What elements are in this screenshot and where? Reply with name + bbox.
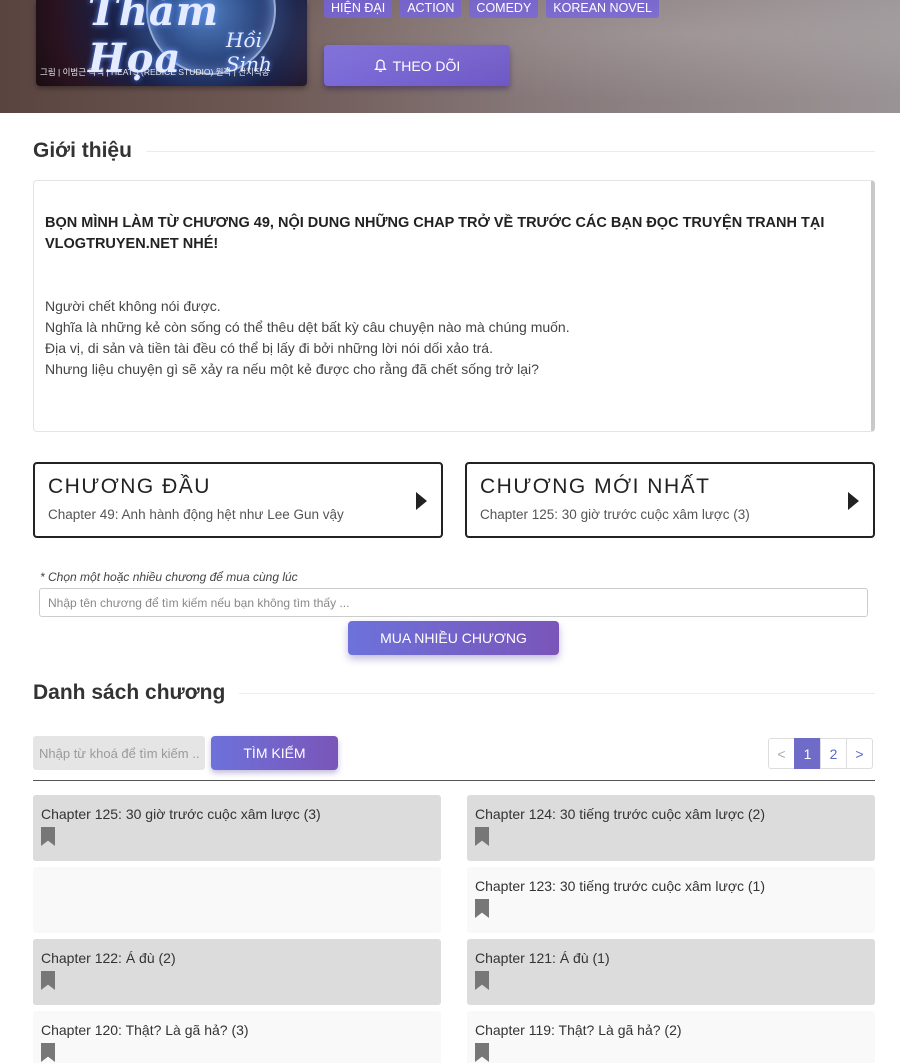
latest-chapter-label: CHƯƠNG MỚI NHẤT (480, 475, 711, 498)
intro-line: Nhưng liệu chuyện gì sẽ xảy ra nếu một k… (45, 361, 539, 377)
chapter-title: Chapter 123: 30 tiếng trước cuộc xâm lượ… (475, 878, 766, 894)
chapter-title: Chapter 125: 30 giờ trước cuộc xâm lược … (41, 806, 321, 822)
intro-note: BỌN MÌNH LÀM TỪ CHƯƠNG 49, NỘI DUNG NHỮN… (45, 215, 825, 252)
first-chapter-card[interactable]: CHƯƠNG ĐẦU Chapter 49: Anh hành động hệt… (33, 462, 443, 538)
chapter-item[interactable]: Chapter 121: Á đù (1) (467, 939, 875, 1005)
chapter-list-heading: Danh sách chương (33, 681, 875, 705)
bookmark-icon[interactable] (41, 827, 55, 846)
genre-tag[interactable]: Hiện đại (324, 0, 393, 18)
intro-line: Người chết không nói được. (45, 298, 221, 314)
buy-multiple-button[interactable]: MUA NHIỀU CHƯƠNG (348, 621, 559, 655)
chapter-list-title: Danh sách chương (33, 681, 226, 704)
first-chapter-title: Chapter 49: Anh hành động hệt như Lee Gu… (48, 507, 344, 522)
play-arrow-icon (416, 492, 427, 510)
search-button[interactable]: TÌM KIẾM (211, 736, 338, 770)
bookmark-icon[interactable] (475, 1043, 489, 1062)
chapter-item[interactable]: Chapter 119: Thật? Là gã hả? (2) (467, 1011, 875, 1063)
chapter-item[interactable]: Chapter 122: Á đù (2) (33, 939, 441, 1005)
chapter-list: Chapter 125: 30 giờ trước cuộc xâm lược … (33, 795, 875, 1063)
chapter-item[interactable]: Chapter 123: 30 tiếng trước cuộc xâm lượ… (467, 867, 875, 933)
chapter-search-input[interactable] (39, 588, 868, 617)
bookmark-icon[interactable] (41, 1043, 55, 1062)
pagination: < 1 2 > (768, 738, 873, 769)
intro-line: Địa vị, di sản và tiền tài đều có thể bị… (45, 340, 493, 356)
bookmark-icon[interactable] (41, 971, 55, 990)
hero-banner: Thảm Họa Hồi Sinh 그림 | 이범근 각색 | HEATS (R… (0, 0, 900, 113)
buy-hint: * Chọn một hoặc nhiều chương để mua cùng… (40, 570, 298, 584)
heading-divider (145, 150, 875, 152)
keyword-search-input[interactable] (33, 736, 205, 770)
follow-button[interactable]: THEO DÕI (324, 45, 510, 86)
intro-heading: Giới thiệu (33, 139, 875, 163)
cover-image[interactable]: Thảm Họa Hồi Sinh 그림 | 이범근 각색 | HEATS (R… (36, 0, 307, 86)
chapter-title: Chapter 119: Thật? Là gã hả? (2) (475, 1022, 682, 1038)
genre-tag[interactable]: Korean Novel (546, 0, 659, 18)
intro-line: Nghĩa là những kẻ còn sống có thể thêu d… (45, 319, 570, 335)
pagination-prev[interactable]: < (768, 738, 795, 769)
intro-title: Giới thiệu (33, 139, 132, 162)
cover-credits: 그림 | 이범근 각색 | HEATS (REDICE STUDIO) 원작 |… (40, 67, 270, 77)
bookmark-icon[interactable] (475, 899, 489, 918)
genre-tags: Hiện đại Action Comedy Korean Novel (324, 0, 659, 18)
pagination-next[interactable]: > (846, 738, 873, 769)
latest-chapter-card[interactable]: CHƯƠNG MỚI NHẤT Chapter 125: 30 giờ trướ… (465, 462, 875, 538)
chapter-item[interactable]: Chapter 124: 30 tiếng trước cuộc xâm lượ… (467, 795, 875, 861)
chapter-item[interactable]: Chapter 125: 30 giờ trước cuộc xâm lược … (33, 795, 441, 861)
pagination-page[interactable]: 1 (794, 738, 821, 769)
chapter-title: Chapter 124: 30 tiếng trước cuộc xâm lượ… (475, 806, 766, 822)
genre-tag[interactable]: Comedy (469, 0, 539, 18)
chapter-title: Chapter 121: Á đù (1) (475, 950, 610, 966)
list-divider (33, 780, 875, 781)
genre-tag[interactable]: Action (400, 0, 462, 18)
first-chapter-label: CHƯƠNG ĐẦU (48, 475, 211, 498)
follow-label: THEO DÕI (392, 57, 461, 74)
play-arrow-icon (848, 492, 859, 510)
chapter-item[interactable]: Chapter 120: Thật? Là gã hả? (3) (33, 1011, 441, 1063)
bell-icon (373, 59, 387, 72)
chapter-title: Chapter 120: Thật? Là gã hả? (3) (41, 1022, 249, 1038)
latest-chapter-title: Chapter 125: 30 giờ trước cuộc xâm lược … (480, 507, 750, 522)
chapter-title: Chapter 122: Á đù (2) (41, 950, 176, 966)
pagination-page[interactable]: 2 (820, 738, 847, 769)
chapter-item[interactable] (33, 867, 441, 933)
bookmark-icon[interactable] (475, 971, 489, 990)
bookmark-icon[interactable] (475, 827, 489, 846)
heading-divider (239, 692, 875, 694)
intro-box[interactable]: BỌN MÌNH LÀM TỪ CHƯƠNG 49, NỘI DUNG NHỮN… (33, 180, 875, 432)
